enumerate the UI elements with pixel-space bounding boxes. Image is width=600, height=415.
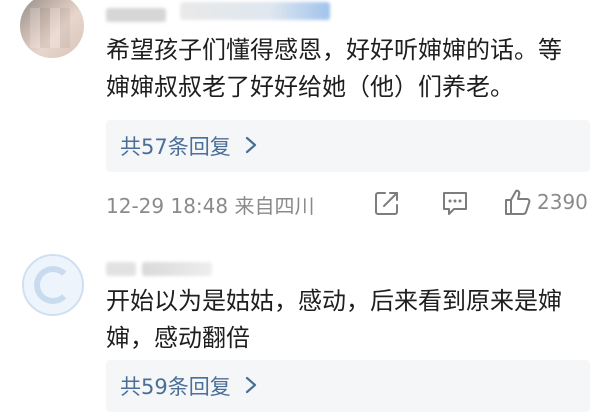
avatar[interactable] (22, 254, 84, 316)
avatar[interactable] (20, 0, 84, 58)
comment-text: 希望孩子们懂得感恩，好好听婶婶的话。等 婶婶叔叔老了好好给她（他）们养老。 (106, 32, 562, 106)
comment-text: 开始以为是姑姑，感动，后来看到原来是婶 婶，感动翻倍 (106, 283, 562, 357)
view-replies-link[interactable]: 共59条回复 (120, 371, 231, 401)
comment-line: 婶，感动翻倍 (106, 324, 250, 352)
comment-line: 开始以为是姑姑，感动，后来看到原来是婶 (106, 287, 562, 315)
comment-line: 希望孩子们懂得感恩，好好听婶婶的话。等 (106, 36, 562, 64)
replies-box[interactable]: 共57条回复 (106, 120, 590, 172)
view-replies-link[interactable]: 共57条回复 (120, 131, 231, 161)
like-count: 2390 (537, 190, 588, 214)
timestamp: 12-29 18:48 (106, 194, 229, 218)
chevron-right-icon (245, 376, 257, 394)
comment-line: 婶婶叔叔老了好好给她（他）们养老。 (106, 73, 514, 101)
replies-box[interactable]: 共59条回复 (106, 360, 590, 412)
comment-meta: 12-29 18:48 来自四川 (106, 190, 314, 219)
avatar-placeholder-icon (34, 266, 72, 304)
share-icon[interactable] (372, 188, 402, 218)
username-blurred[interactable] (106, 262, 136, 276)
comment-icon[interactable] (440, 188, 470, 218)
like-icon[interactable] (502, 187, 532, 217)
username-blurred[interactable] (106, 8, 166, 22)
chevron-right-icon (245, 136, 257, 154)
username-badge-blurred (142, 262, 212, 276)
location: 来自四川 (234, 194, 315, 218)
username-badge-blurred (180, 2, 330, 20)
